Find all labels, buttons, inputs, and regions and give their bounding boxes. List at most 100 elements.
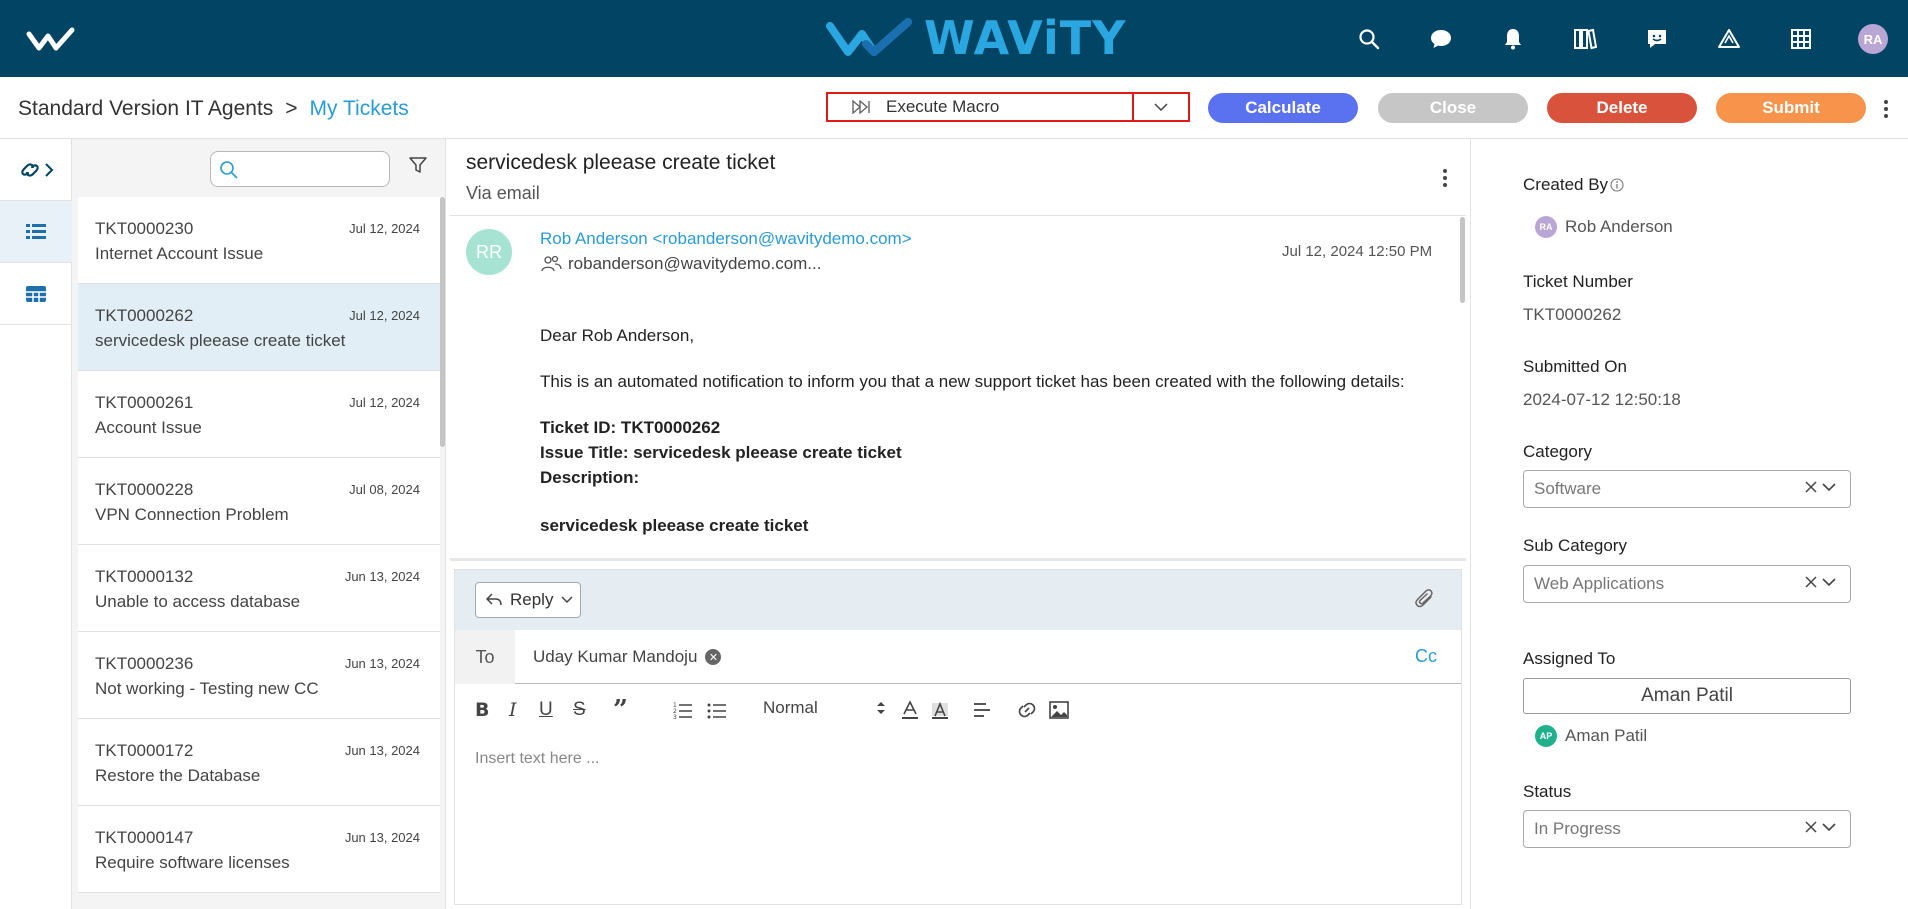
underline-icon[interactable]: U [539, 698, 553, 722]
ticket-row[interactable]: TKT0000236 Jun 13, 2024 Not working - Te… [78, 632, 440, 719]
ticket-list-scrollbar[interactable] [440, 197, 445, 447]
chat-icon[interactable] [1424, 22, 1458, 56]
remove-recipient-icon[interactable]: ✕ [705, 649, 722, 665]
cc-link[interactable]: Cc [1415, 646, 1437, 667]
image-icon[interactable] [1049, 698, 1069, 722]
submit-button[interactable]: Submit [1716, 93, 1866, 123]
rail-table-view[interactable] [0, 263, 72, 325]
blockquote-icon[interactable]: ” [613, 695, 628, 725]
align-icon[interactable] [973, 698, 991, 722]
clear-icon[interactable] [1804, 820, 1818, 834]
bold-icon[interactable]: B [475, 698, 489, 722]
ticket-details-panel: Created By RA Rob Anderson Ticket Number… [1470, 139, 1908, 909]
recipients-text: robanderson@wavitydemo.com... [568, 254, 822, 273]
paperclip-icon[interactable] [1415, 588, 1435, 610]
status-value: In Progress [1534, 819, 1621, 838]
library-icon[interactable] [1568, 22, 1602, 56]
chevron-down-icon[interactable] [1822, 482, 1836, 492]
background-color-icon[interactable] [931, 698, 949, 722]
search-icon[interactable] [1352, 22, 1386, 56]
status-select[interactable]: In Progress [1523, 810, 1851, 848]
execute-macro-button[interactable]: Execute Macro [828, 94, 1134, 120]
status-label: Status [1523, 782, 1572, 801]
ticket-date: Jul 12, 2024 [349, 221, 420, 236]
close-button[interactable]: Close [1378, 93, 1528, 123]
rail-list-view[interactable] [0, 201, 72, 263]
clear-icon[interactable] [1804, 480, 1818, 494]
editor-toolbar: B I U S ” 123 Normal [455, 685, 1461, 735]
feedback-icon[interactable] [1640, 22, 1674, 56]
assigned-to-field[interactable]: Aman Patil [1523, 678, 1851, 714]
ticket-row[interactable]: TKT0000132 Jun 13, 2024 Unable to access… [78, 545, 440, 632]
bell-icon[interactable] [1496, 22, 1530, 56]
reply-mode-dropdown[interactable]: Reply [475, 582, 581, 618]
message-scrollbar[interactable] [1460, 217, 1465, 303]
more-vertical-icon[interactable] [1880, 97, 1892, 121]
select-controls [1804, 820, 1836, 834]
ticket-row-selected[interactable]: TKT0000262 Jul 12, 2024 servicedesk plee… [78, 284, 440, 371]
ticket-title: Not working - Testing new CC [95, 679, 319, 698]
filter-icon[interactable] [408, 155, 428, 175]
clear-icon[interactable] [1804, 575, 1818, 589]
breadcrumb-current[interactable]: My Tickets [310, 97, 409, 121]
message-time: Jul 12, 2024 12:50 PM [1282, 243, 1433, 260]
ticket-title: Restore the Database [95, 766, 261, 785]
more-vertical-icon[interactable] [1440, 167, 1450, 189]
breadcrumb: Standard Version IT Agents > My Tickets [18, 97, 409, 121]
to-row: To Uday Kumar Mandoju ✕ Cc [455, 630, 1461, 684]
ticket-search-input[interactable] [210, 151, 390, 187]
category-select[interactable]: Software [1523, 470, 1851, 508]
sender-name[interactable]: Rob Anderson <robanderson@wavitydemo.com… [540, 229, 912, 249]
chevron-down-icon[interactable] [1822, 822, 1836, 832]
ticket-title: Account Issue [95, 418, 202, 437]
ticket-list-panel: TKT0000230 Jul 12, 2024 Internet Account… [72, 139, 446, 909]
ticket-id: TKT0000230 [95, 219, 194, 238]
list-view-icon [26, 223, 46, 239]
strikethrough-icon[interactable]: S [573, 698, 586, 722]
link-icon[interactable] [1017, 698, 1037, 722]
sub-category-select[interactable]: Web Applications [1523, 565, 1851, 603]
brand-mark-icon [826, 18, 912, 56]
text-format-select[interactable]: Normal [763, 698, 886, 718]
alert-triangle-icon[interactable] [1712, 22, 1746, 56]
ordered-list-icon[interactable]: 123 [673, 698, 693, 722]
breadcrumb-root[interactable]: Standard Version IT Agents [18, 97, 273, 121]
top-icon-bar [1352, 22, 1856, 56]
message-intro: This is an automated notification to inf… [540, 372, 1405, 391]
reply-composer: Reply To Uday Kumar Mandoju ✕ Cc B I U S… [454, 569, 1462, 905]
ticket-title: VPN Connection Problem [95, 505, 289, 524]
reply-bar: Reply [455, 570, 1461, 630]
created-by-avatar: RA [1535, 216, 1557, 238]
ticket-row[interactable]: TKT0000228 Jul 08, 2024 VPN Connection P… [78, 458, 440, 545]
italic-icon[interactable]: I [509, 698, 517, 722]
user-avatar[interactable]: RA [1858, 24, 1888, 54]
link-expand-icon [21, 162, 54, 177]
grid-icon[interactable] [1784, 22, 1818, 56]
bullet-list-icon[interactable] [707, 698, 727, 722]
ticket-row[interactable]: TKT0000261 Jul 12, 2024 Account Issue [78, 371, 440, 458]
ticket-date: Jun 13, 2024 [344, 830, 420, 845]
message-description: servicedesk pleease create ticket [540, 516, 809, 535]
home-logo-icon[interactable] [26, 26, 76, 52]
calculate-button[interactable]: Calculate [1208, 93, 1358, 123]
chevron-down-icon[interactable] [1822, 577, 1836, 587]
macro-dropdown-toggle[interactable] [1134, 94, 1188, 120]
submitted-on-label: Submitted On [1523, 357, 1627, 376]
assignee-person: AP Aman Patil [1535, 725, 1647, 747]
ticket-title: Internet Account Issue [95, 244, 264, 263]
ticket-row[interactable]: TKT0000172 Jun 13, 2024 Restore the Data… [78, 719, 440, 806]
reply-editor[interactable]: Insert text here ... [475, 750, 600, 768]
delete-button[interactable]: Delete [1547, 93, 1697, 123]
ticket-row[interactable]: TKT0000230 Jul 12, 2024 Internet Account… [78, 197, 440, 284]
people-icon [541, 255, 562, 272]
search-icon [220, 161, 238, 179]
svg-text:3: 3 [673, 714, 677, 721]
rail-links[interactable] [0, 139, 72, 201]
info-icon[interactable] [1610, 178, 1624, 192]
text-color-icon[interactable] [901, 698, 919, 722]
ticket-date: Jul 12, 2024 [349, 308, 420, 323]
recipients-row[interactable]: robanderson@wavitydemo.com... [540, 254, 821, 274]
left-rail [0, 139, 72, 909]
ticket-list: TKT0000230 Jul 12, 2024 Internet Account… [78, 197, 440, 893]
ticket-row[interactable]: TKT0000147 Jun 13, 2024 Require software… [78, 806, 440, 893]
